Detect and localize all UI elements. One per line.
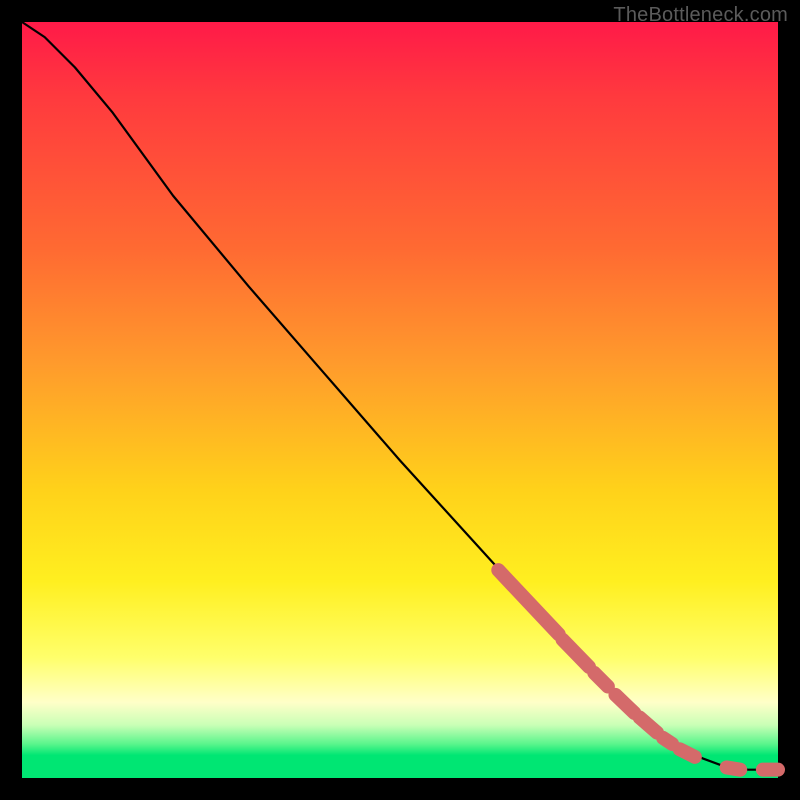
highlight-segment [663,738,672,744]
highlight-segment [615,695,634,713]
highlight-segments [498,570,778,770]
highlight-segment [594,673,608,687]
chart-svg [22,22,778,778]
watermark-text: TheBottleneck.com [613,4,788,27]
highlight-segment [563,640,589,667]
chart-stage: TheBottleneck.com [0,0,800,800]
curve-line [22,22,778,770]
highlight-segment [498,570,558,634]
plot-area [22,22,778,778]
highlight-segment [640,718,657,733]
highlight-segment [727,767,741,769]
highlight-segment [680,749,695,757]
